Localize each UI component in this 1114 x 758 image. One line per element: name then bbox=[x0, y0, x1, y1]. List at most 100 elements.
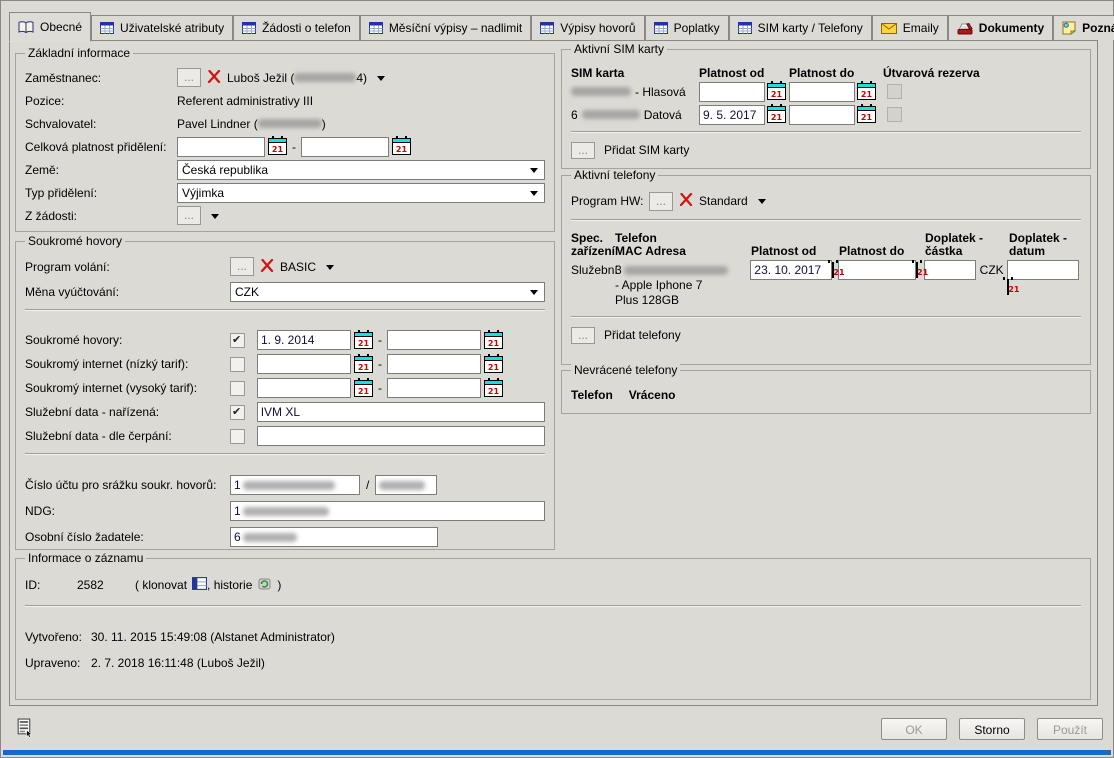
add-phone-button[interactable]: ... bbox=[571, 327, 595, 344]
clone-icon[interactable] bbox=[192, 577, 207, 593]
clear-x-icon[interactable] bbox=[207, 70, 221, 86]
inet-high-from-input[interactable] bbox=[257, 378, 351, 398]
group-aktivni-telefony: Aktivní telefony Program HW: ... Standar… bbox=[561, 175, 1091, 365]
validity-from-input[interactable] bbox=[177, 137, 265, 157]
calendar-icon[interactable]: 21 bbox=[767, 106, 786, 123]
tab-poplatky[interactable]: Poplatky bbox=[645, 15, 729, 40]
checkbox-internet-nizky[interactable] bbox=[230, 357, 245, 372]
personal-number-input[interactable]: 6 bbox=[230, 527, 438, 547]
checkbox-internet-vysoky[interactable] bbox=[230, 381, 245, 396]
bank-code-input[interactable] bbox=[375, 475, 437, 495]
tab-vypisy-hovoru[interactable]: Výpisy hovorů bbox=[531, 15, 644, 40]
tab-dokumenty[interactable]: Dokumenty bbox=[948, 15, 1053, 40]
inet-high-to-input[interactable] bbox=[387, 378, 481, 398]
tab-mesicni-vypisy[interactable]: Měsíční výpisy – nadlimit bbox=[360, 15, 531, 40]
calendar-icon[interactable]: 21 bbox=[392, 138, 411, 155]
divider bbox=[25, 605, 1081, 607]
calendar-icon[interactable]: 21 bbox=[832, 262, 834, 278]
column-header: Platnost od bbox=[699, 67, 789, 80]
group-title: Aktivní SIM karty bbox=[571, 43, 667, 56]
approver-value: Pavel Lindner ( bbox=[177, 117, 258, 131]
inet-low-to-input[interactable] bbox=[387, 354, 481, 374]
ndg-input[interactable]: 1 bbox=[230, 501, 545, 521]
data-narizena-input[interactable] bbox=[257, 402, 545, 422]
phone-from-input[interactable] bbox=[750, 260, 832, 280]
hw-program-browse-button[interactable]: ... bbox=[649, 192, 673, 211]
tab-obecne[interactable]: Obecné bbox=[9, 12, 91, 42]
add-sim-button[interactable]: ... bbox=[571, 142, 595, 159]
tab-page-obecne: Základní informace Zaměstnanec: ... Lubo… bbox=[9, 40, 1098, 706]
data-cerpani-input[interactable] bbox=[257, 426, 545, 446]
table-icon bbox=[242, 22, 256, 34]
chevron-down-icon[interactable] bbox=[211, 214, 219, 223]
checkbox-data-narizena[interactable] bbox=[230, 405, 245, 420]
employee-browse-button[interactable]: ... bbox=[177, 68, 201, 87]
calendar-icon[interactable]: 21 bbox=[484, 356, 503, 373]
sim-to-input[interactable] bbox=[789, 105, 855, 125]
calling-program-browse-button[interactable]: ... bbox=[230, 257, 254, 276]
checkbox-utvarova-rezerva[interactable] bbox=[887, 107, 902, 122]
divider bbox=[571, 219, 1081, 221]
calendar-icon[interactable]: 21 bbox=[767, 83, 786, 100]
field-label: NDG: bbox=[25, 504, 230, 518]
calendar-icon[interactable]: 21 bbox=[484, 332, 503, 349]
tab-zadosti-o-telefon[interactable]: Žádosti o telefon bbox=[233, 15, 360, 40]
apply-button[interactable]: Použít bbox=[1037, 718, 1103, 740]
row-mena: Měna vyúčtování: CZK bbox=[16, 279, 554, 304]
divider bbox=[25, 453, 545, 455]
country-select[interactable]: Česká republika bbox=[177, 160, 545, 180]
checkbox-soukrome-hovory[interactable] bbox=[230, 333, 245, 348]
currency-select[interactable]: CZK bbox=[230, 282, 545, 302]
calendar-icon[interactable]: 21 bbox=[916, 262, 918, 278]
calendar-icon[interactable]: 21 bbox=[354, 332, 373, 349]
assignment-type-select[interactable]: Výjimka bbox=[177, 183, 545, 203]
sim-from-input[interactable] bbox=[699, 105, 765, 125]
calendar-icon[interactable]: 21 bbox=[484, 380, 503, 397]
cancel-button[interactable]: Storno bbox=[959, 718, 1025, 740]
clear-x-icon[interactable] bbox=[679, 193, 693, 209]
calendar-icon[interactable]: 21 bbox=[857, 83, 876, 100]
calendar-icon[interactable]: 21 bbox=[354, 356, 373, 373]
validity-to-input[interactable] bbox=[301, 137, 389, 157]
phone-to-cell: 21 bbox=[838, 260, 924, 280]
redacted-value bbox=[258, 119, 322, 128]
tab-sim-karty-telefony[interactable]: SIM karty / Telefony bbox=[729, 15, 872, 40]
column-header: Platnost do bbox=[839, 245, 925, 258]
sim-from-input[interactable] bbox=[699, 82, 765, 102]
account-number-input[interactable]: 1 bbox=[230, 475, 360, 495]
calendar-icon[interactable]: 21 bbox=[1007, 279, 1009, 295]
calls-to-input[interactable] bbox=[387, 330, 481, 350]
redacted-value bbox=[243, 533, 297, 542]
field-label: Z žádosti: bbox=[25, 209, 177, 223]
chevron-down-icon[interactable] bbox=[758, 199, 766, 208]
clear-x-icon[interactable] bbox=[260, 259, 274, 275]
ok-button[interactable]: OK bbox=[881, 718, 947, 740]
add-sim-label: Přidat SIM karty bbox=[604, 143, 689, 157]
row-internet-vysoky: Soukromý internet (vysoký tarif): 21 - 2… bbox=[16, 376, 554, 400]
column-header: Telefon bbox=[571, 388, 613, 402]
surcharge-amount-input[interactable] bbox=[924, 260, 976, 280]
tab-poznamka[interactable]: Poznámka bbox=[1053, 15, 1114, 40]
row-typ-prideleni: Typ přidělení: Výjimka bbox=[16, 181, 554, 204]
checkbox-utvarova-rezerva[interactable] bbox=[887, 84, 902, 99]
chevron-down-icon[interactable] bbox=[326, 265, 334, 274]
inet-low-from-input[interactable] bbox=[257, 354, 351, 374]
field-label: Služební data - nařízená: bbox=[25, 405, 230, 419]
history-icon[interactable] bbox=[257, 577, 272, 594]
calendar-icon[interactable]: 21 bbox=[354, 380, 373, 397]
date-separator: - bbox=[373, 381, 387, 395]
date-separator: - bbox=[287, 140, 301, 154]
calls-from-input[interactable] bbox=[257, 330, 351, 350]
chevron-down-icon[interactable] bbox=[377, 76, 385, 85]
surcharge-date-input[interactable] bbox=[1007, 260, 1079, 280]
tab-emaily[interactable]: Emaily bbox=[872, 15, 948, 40]
phone-to-input[interactable] bbox=[838, 260, 916, 280]
report-icon[interactable] bbox=[17, 718, 33, 741]
checkbox-data-cerpani[interactable] bbox=[230, 429, 245, 444]
calendar-icon[interactable]: 21 bbox=[857, 106, 876, 123]
calendar-icon[interactable]: 21 bbox=[268, 138, 287, 155]
sim-to-input[interactable] bbox=[789, 82, 855, 102]
from-request-browse-button[interactable]: ... bbox=[177, 206, 201, 225]
tab-uzivatelske-atributy[interactable]: Uživatelské atributy bbox=[91, 15, 233, 40]
column-header: Platnost do bbox=[789, 67, 883, 80]
